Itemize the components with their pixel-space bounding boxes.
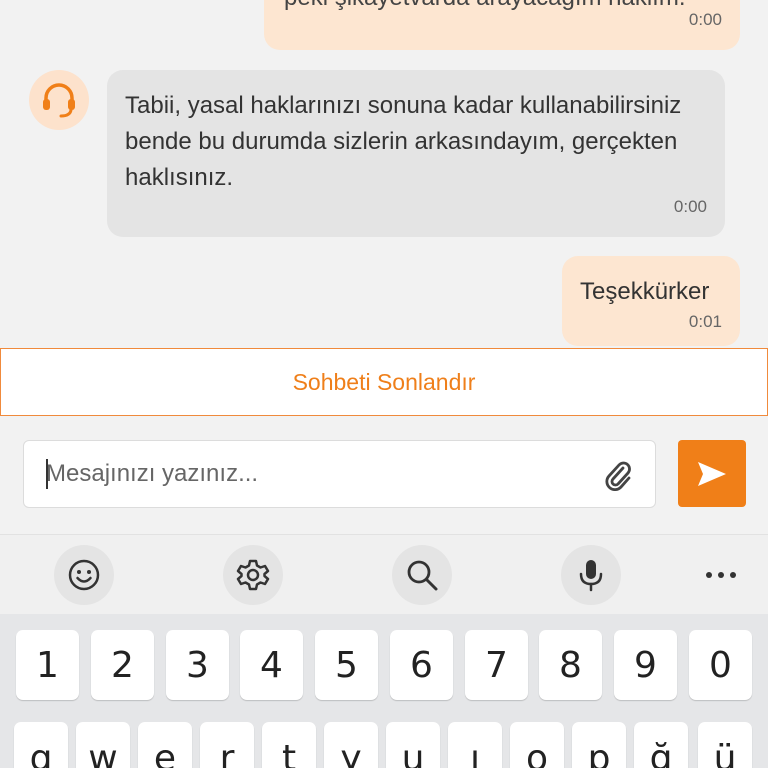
key-p[interactable]: p	[572, 722, 626, 768]
message-input[interactable]	[46, 441, 596, 507]
emoji-icon	[68, 559, 100, 591]
agent-avatar	[29, 70, 89, 130]
chat-messages: peki şikayetvarda arayacağım haklım. 0:0…	[0, 0, 768, 348]
outgoing-message[interactable]: peki şikayetvarda arayacağım haklım. 0:0…	[264, 0, 740, 50]
microphone-icon	[579, 560, 603, 592]
incoming-message[interactable]: Tabii, yasal haklarınızı sonuna kadar ku…	[107, 70, 725, 237]
key-r[interactable]: r	[200, 722, 254, 768]
keyboard-toolbar	[0, 534, 768, 614]
key-q[interactable]: q	[14, 722, 68, 768]
key-o[interactable]: o	[510, 722, 564, 768]
message-time: 0:01	[688, 312, 722, 331]
settings-button[interactable]	[223, 545, 283, 605]
emoji-button[interactable]	[54, 545, 114, 605]
key-6[interactable]: 6	[390, 630, 453, 700]
key-u[interactable]: u	[386, 722, 440, 768]
key-3[interactable]: 3	[166, 630, 229, 700]
more-icon	[706, 572, 736, 578]
message-time: 0:00	[673, 197, 707, 216]
search-button[interactable]	[392, 545, 452, 605]
message-time: 0:00	[688, 10, 722, 29]
more-options-button[interactable]	[691, 545, 751, 605]
key-1[interactable]: 1	[16, 630, 79, 700]
key-7[interactable]: 7	[465, 630, 528, 700]
key-5[interactable]: 5	[315, 630, 378, 700]
message-text: Tabii, yasal haklarınızı sonuna kadar ku…	[125, 92, 682, 191]
message-composer	[0, 416, 768, 534]
key-9[interactable]: 9	[614, 630, 677, 700]
key-w[interactable]: w	[76, 722, 130, 768]
settings-icon	[236, 559, 270, 591]
end-chat-button[interactable]: Sohbeti Sonlandır	[0, 348, 768, 416]
outgoing-message[interactable]: Teşekkürker 0:01	[562, 256, 740, 346]
key-2[interactable]: 2	[91, 630, 154, 700]
send-icon	[698, 461, 726, 486]
text-caret	[46, 459, 48, 489]
key-g-breve[interactable]: ğ	[634, 722, 688, 768]
headset-icon	[43, 83, 75, 118]
key-4[interactable]: 4	[240, 630, 303, 700]
search-icon	[407, 560, 438, 591]
voice-input-button[interactable]	[561, 545, 621, 605]
key-8[interactable]: 8	[539, 630, 602, 700]
on-screen-keyboard: 1 2 3 4 5 6 7 8 9 0 q w e r t y u ı o p …	[0, 614, 768, 768]
key-0[interactable]: 0	[689, 630, 752, 700]
key-dotless-i[interactable]: ı	[448, 722, 502, 768]
message-input-wrapper	[23, 440, 656, 508]
key-t[interactable]: t	[262, 722, 316, 768]
send-button[interactable]	[678, 440, 746, 507]
message-text: Teşekkürker	[580, 278, 710, 305]
key-u-umlaut[interactable]: ü	[698, 722, 752, 768]
key-y[interactable]: y	[324, 722, 378, 768]
key-e[interactable]: e	[138, 722, 192, 768]
paperclip-icon[interactable]	[603, 459, 633, 491]
message-text: peki şikayetvarda arayacağım haklım.	[284, 0, 724, 16]
